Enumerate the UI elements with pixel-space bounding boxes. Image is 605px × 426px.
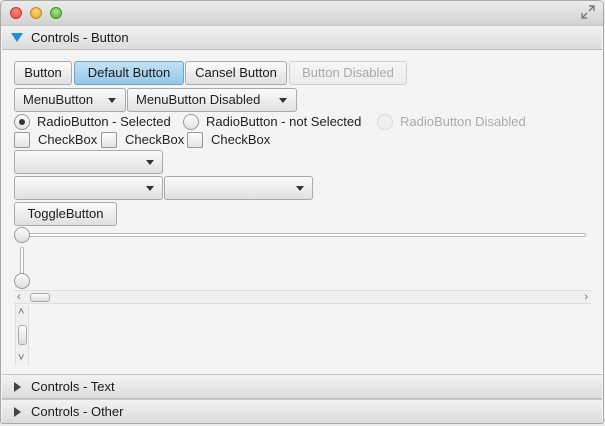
maximize-window-icon[interactable] [50,7,62,19]
menu-button-disabled-label: MenuButton Disabled [136,92,261,107]
pane-title: Controls - Button [31,30,129,45]
pane-header-controls-other[interactable]: Controls - Other [2,399,602,423]
vertical-scroll-thumb[interactable] [18,325,27,345]
pane-header-controls-text[interactable]: Controls - Text [2,374,602,399]
toggle-button[interactable]: ToggleButton [14,202,117,226]
scroll-left-icon[interactable]: ‹ [17,291,21,303]
combo-box-2[interactable] [14,176,163,200]
radio-disabled-label: RadioButton Disabled [400,114,526,129]
chevron-down-icon [108,98,116,103]
chevron-down-icon [146,186,154,191]
menu-button-label: MenuButton [23,92,94,107]
pane-title: Controls - Text [31,379,115,394]
menu-button[interactable]: MenuButton [14,88,126,112]
radio-not-selected[interactable] [183,114,199,130]
title-bar [1,1,603,26]
checkbox-3-label: CheckBox [211,132,271,147]
collapsed-arrow-icon [14,407,21,417]
chevron-down-icon [279,98,287,103]
close-window-icon[interactable] [10,7,22,19]
disabled-button: Button Disabled [289,61,407,85]
combo-box-3[interactable] [164,176,313,200]
collapsed-arrow-icon [14,382,21,392]
scroll-right-icon[interactable]: › [584,291,588,303]
checkbox-2[interactable] [101,132,117,148]
scroll-up-icon[interactable]: ˄ [18,306,24,318]
minimize-window-icon[interactable] [30,7,42,19]
button[interactable]: Button [14,61,72,85]
horizontal-scroll-thumb[interactable] [30,293,50,302]
menu-button-disabled[interactable]: MenuButton Disabled [127,88,297,112]
radio-disabled [377,114,393,130]
pane-title: Controls - Other [31,404,124,419]
combo-box-1[interactable] [14,150,163,174]
chevron-down-icon [146,160,154,165]
fullscreen-icon[interactable] [581,5,595,19]
radio-selected-label: RadioButton - Selected [37,114,171,129]
checkbox-3[interactable] [187,132,203,148]
horizontal-scrollbar[interactable]: ‹ › [14,290,591,304]
app-window: Controls - Button Button Default Button … [0,0,604,424]
horizontal-slider-thumb[interactable] [14,227,30,243]
radio-selected[interactable] [14,114,30,130]
pane-content-controls-button: Button Default Button Cansel Button Butt… [2,51,602,371]
default-button[interactable]: Default Button [74,61,184,85]
expanded-arrow-icon [11,33,23,42]
vertical-scrollbar[interactable]: ˄ ˅ [15,305,29,365]
chevron-down-icon [296,186,304,191]
checkbox-1[interactable] [14,132,30,148]
pane-header-controls-button[interactable]: Controls - Button [2,25,602,50]
checkbox-1-label: CheckBox [38,132,98,147]
cancel-button[interactable]: Cansel Button [185,61,287,85]
radio-not-selected-label: RadioButton - not Selected [206,114,362,129]
horizontal-slider-track[interactable] [16,233,586,237]
scroll-down-icon[interactable]: ˅ [18,352,24,364]
vertical-slider-thumb[interactable] [14,273,30,289]
checkbox-2-label: CheckBox [125,132,185,147]
